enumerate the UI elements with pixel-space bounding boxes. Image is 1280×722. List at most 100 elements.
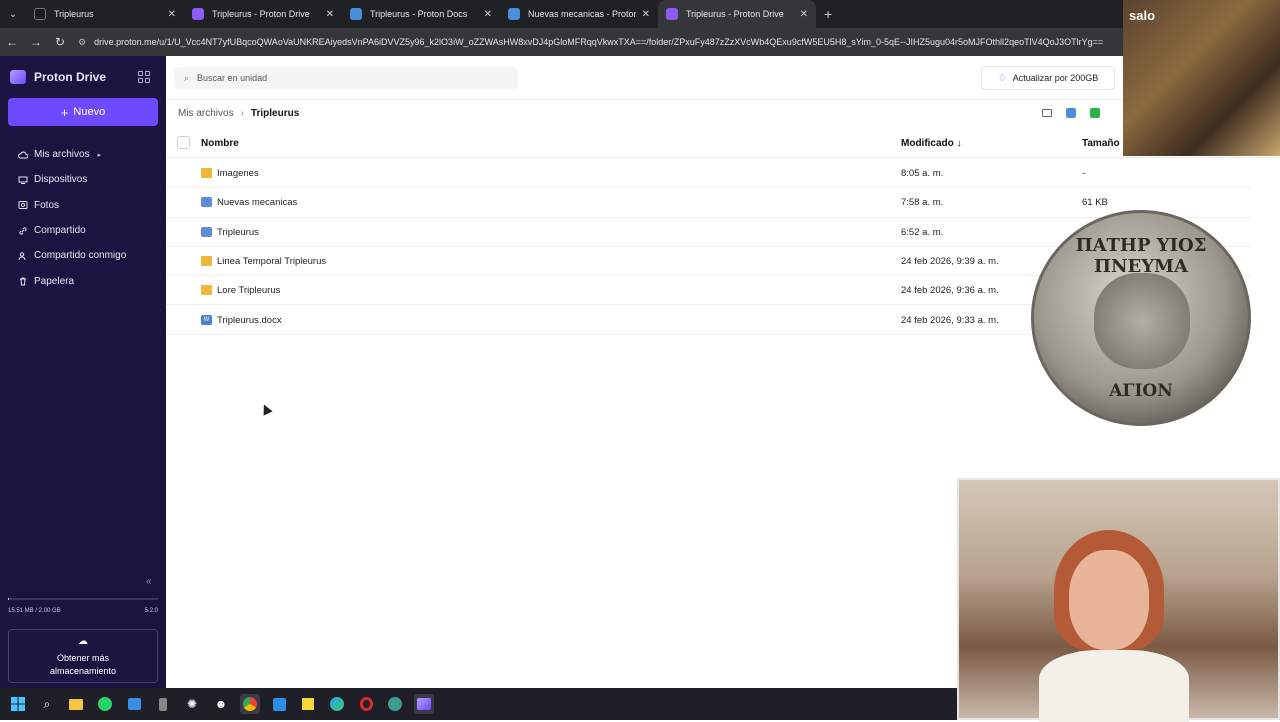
- openai-icon[interactable]: ✺: [182, 694, 202, 714]
- reload-icon[interactable]: ↻: [48, 35, 72, 49]
- sidebar-item-compartido[interactable]: Compartido: [0, 218, 166, 243]
- store-icon[interactable]: [124, 694, 144, 714]
- item-name: Linea Temporal Tripleurus: [217, 255, 327, 267]
- proton-drive-icon[interactable]: [414, 694, 434, 714]
- table-header: Nombre Modificado ↓ Tamaño: [166, 128, 1280, 158]
- storage-progress-bar: [8, 598, 158, 600]
- sidebar-item-compartido-conmigo[interactable]: Compartido conmigo: [0, 243, 166, 268]
- tab-close-icon[interactable]: ✕: [168, 9, 176, 20]
- select-all-checkbox[interactable]: [177, 136, 190, 149]
- coin-inscription-top: ΠΑΤΗΡ ΥΙΟΣ ΠΝΕΥΜΑ: [1075, 235, 1207, 277]
- back-icon[interactable]: ←: [0, 35, 24, 49]
- photos-icon: [18, 200, 28, 210]
- sidebar-item-label: Papelera: [34, 275, 75, 287]
- new-button-label: Nuevo: [73, 106, 106, 118]
- item-name: Tripleurus: [217, 226, 259, 238]
- search-icon[interactable]: ⌕: [37, 694, 57, 714]
- tab-close-icon[interactable]: ✕: [642, 9, 650, 20]
- overlay-text: salo: [1129, 8, 1156, 23]
- coin-inscription-bottom: ΑΓΙΟΝ: [1109, 381, 1173, 401]
- url-field[interactable]: ⚙ drive.proton.me/u/1/U_Vcc4NT7yfUBqcoQWA…: [78, 37, 1108, 48]
- browser-tab[interactable]: Tripleurus - Proton Docs ✕: [342, 0, 500, 28]
- chrome-icon[interactable]: [240, 694, 260, 714]
- item-name: Nuevas mecanicas: [217, 197, 298, 209]
- item-size: 61 KB: [1082, 197, 1108, 209]
- vscode-icon[interactable]: [269, 694, 289, 714]
- phone-icon[interactable]: [153, 694, 173, 714]
- apps-grid-icon[interactable]: [138, 71, 150, 83]
- folder-icon: [201, 285, 212, 296]
- item-name: Tripleurus.docx: [217, 314, 282, 326]
- table-row[interactable]: Imagenes 8:05 a. m. -: [166, 159, 1250, 189]
- webcam-person-shirt: [1039, 650, 1189, 722]
- tab-favicon-icon: [666, 8, 678, 20]
- get-more-line2: almacenamiento: [49, 665, 117, 676]
- devices-icon: [18, 175, 28, 185]
- collapse-sidebar-icon[interactable]: «: [146, 576, 152, 587]
- tab-close-icon[interactable]: ✕: [326, 9, 334, 20]
- tab-close-icon[interactable]: ✕: [800, 9, 808, 20]
- sidebar-item-fotos[interactable]: Fotos: [0, 193, 166, 218]
- column-size[interactable]: Tamaño: [1082, 138, 1120, 149]
- top-right-video-overlay: salo: [1123, 0, 1280, 156]
- column-modified-label: Modificado: [901, 138, 954, 149]
- browser-tab[interactable]: Tripleurus ✕: [26, 0, 184, 28]
- search-input[interactable]: ⌕ Buscar en unidad: [174, 67, 518, 89]
- sidebar-item-mis-archivos[interactable]: Mis archivos ▸: [0, 142, 166, 167]
- globe-icon[interactable]: [385, 694, 405, 714]
- proton-logo-icon: [10, 70, 26, 84]
- item-name: Lore Tripleurus: [217, 285, 281, 297]
- new-spreadsheet-icon[interactable]: [1090, 108, 1100, 118]
- tab-close-icon[interactable]: ✕: [484, 9, 492, 20]
- folder-icon: [201, 168, 212, 178]
- breadcrumb-root[interactable]: Mis archivos: [178, 108, 234, 119]
- cat-app-icon[interactable]: ☻: [211, 694, 231, 714]
- item-modified: 8:05 a. m.: [901, 168, 944, 179]
- column-name[interactable]: Nombre: [201, 138, 239, 149]
- item-modified: 7:58 a. m.: [901, 197, 944, 209]
- breadcrumb-current[interactable]: Tripleurus: [251, 108, 299, 119]
- site-info-icon[interactable]: ⚙: [78, 37, 86, 48]
- upgrade-label: Actualizar por 200GB: [1012, 73, 1099, 83]
- sidebar: Proton Drive + Nuevo Mis archivos ▸ Dispo…: [0, 56, 166, 688]
- edge-icon[interactable]: [327, 694, 347, 714]
- sidebar-item-dispositivos[interactable]: Dispositivos: [0, 167, 166, 192]
- new-document-icon[interactable]: [1066, 108, 1076, 118]
- storage-used: 15.51 MB / 2.00 GB: [8, 608, 61, 614]
- sidebar-item-papelera[interactable]: Papelera: [0, 268, 166, 293]
- get-more-line1: Obtener más: [56, 652, 110, 663]
- table-row[interactable]: Nuevas mecanicas 7:58 a. m. 61 KB: [166, 188, 1250, 218]
- search-icon: ⌕: [184, 72, 190, 83]
- forward-icon[interactable]: →: [24, 35, 48, 49]
- new-tab-icon[interactable]: +: [824, 6, 832, 22]
- opera-icon[interactable]: [356, 694, 376, 714]
- tab-search-chevron-icon[interactable]: ⌄: [0, 0, 26, 28]
- item-modified: 24 feb 2026, 9:36 a. m.: [901, 285, 999, 297]
- whatsapp-icon[interactable]: [95, 694, 115, 714]
- browser-tab[interactable]: Nuevas mecanicas - Proton Do✕: [500, 0, 658, 28]
- proton-drive-logo[interactable]: Proton Drive: [10, 70, 106, 84]
- diamond-icon: ♢: [997, 72, 1007, 84]
- sort-arrow-icon: ↓: [956, 138, 962, 149]
- sidebar-item-label: Compartido: [34, 225, 86, 237]
- sidebar-item-label: Compartido conmigo: [34, 250, 127, 262]
- item-name: Imagenes: [217, 168, 259, 179]
- folder-icon: [201, 255, 212, 266]
- sidebar-item-label: Mis archivos: [34, 149, 90, 161]
- upgrade-button[interactable]: ♢ Actualizar por 200GB: [981, 66, 1115, 90]
- coin-lion-face: [1094, 273, 1190, 369]
- new-folder-icon[interactable]: [1042, 109, 1052, 117]
- file-explorer-icon[interactable]: [66, 694, 86, 714]
- windows-taskbar: ⌕ ✺ ☻: [0, 688, 957, 720]
- get-more-storage-button[interactable]: ☁ Obtener más almacenamiento: [8, 629, 158, 683]
- expand-caret-icon[interactable]: ▸: [98, 151, 102, 159]
- browser-tab-active[interactable]: Tripleurus - Proton Drive ✕: [658, 0, 816, 28]
- sticky-notes-icon[interactable]: [298, 694, 318, 714]
- link-icon: [18, 226, 28, 236]
- browser-tab[interactable]: Tripleurus - Proton Drive ✕: [184, 0, 342, 28]
- tab-favicon-icon: [508, 8, 520, 20]
- windows-start-icon[interactable]: [8, 694, 28, 714]
- column-modified[interactable]: Modificado ↓: [901, 138, 962, 149]
- new-button[interactable]: + Nuevo: [8, 98, 158, 126]
- search-placeholder: Buscar en unidad: [197, 73, 268, 83]
